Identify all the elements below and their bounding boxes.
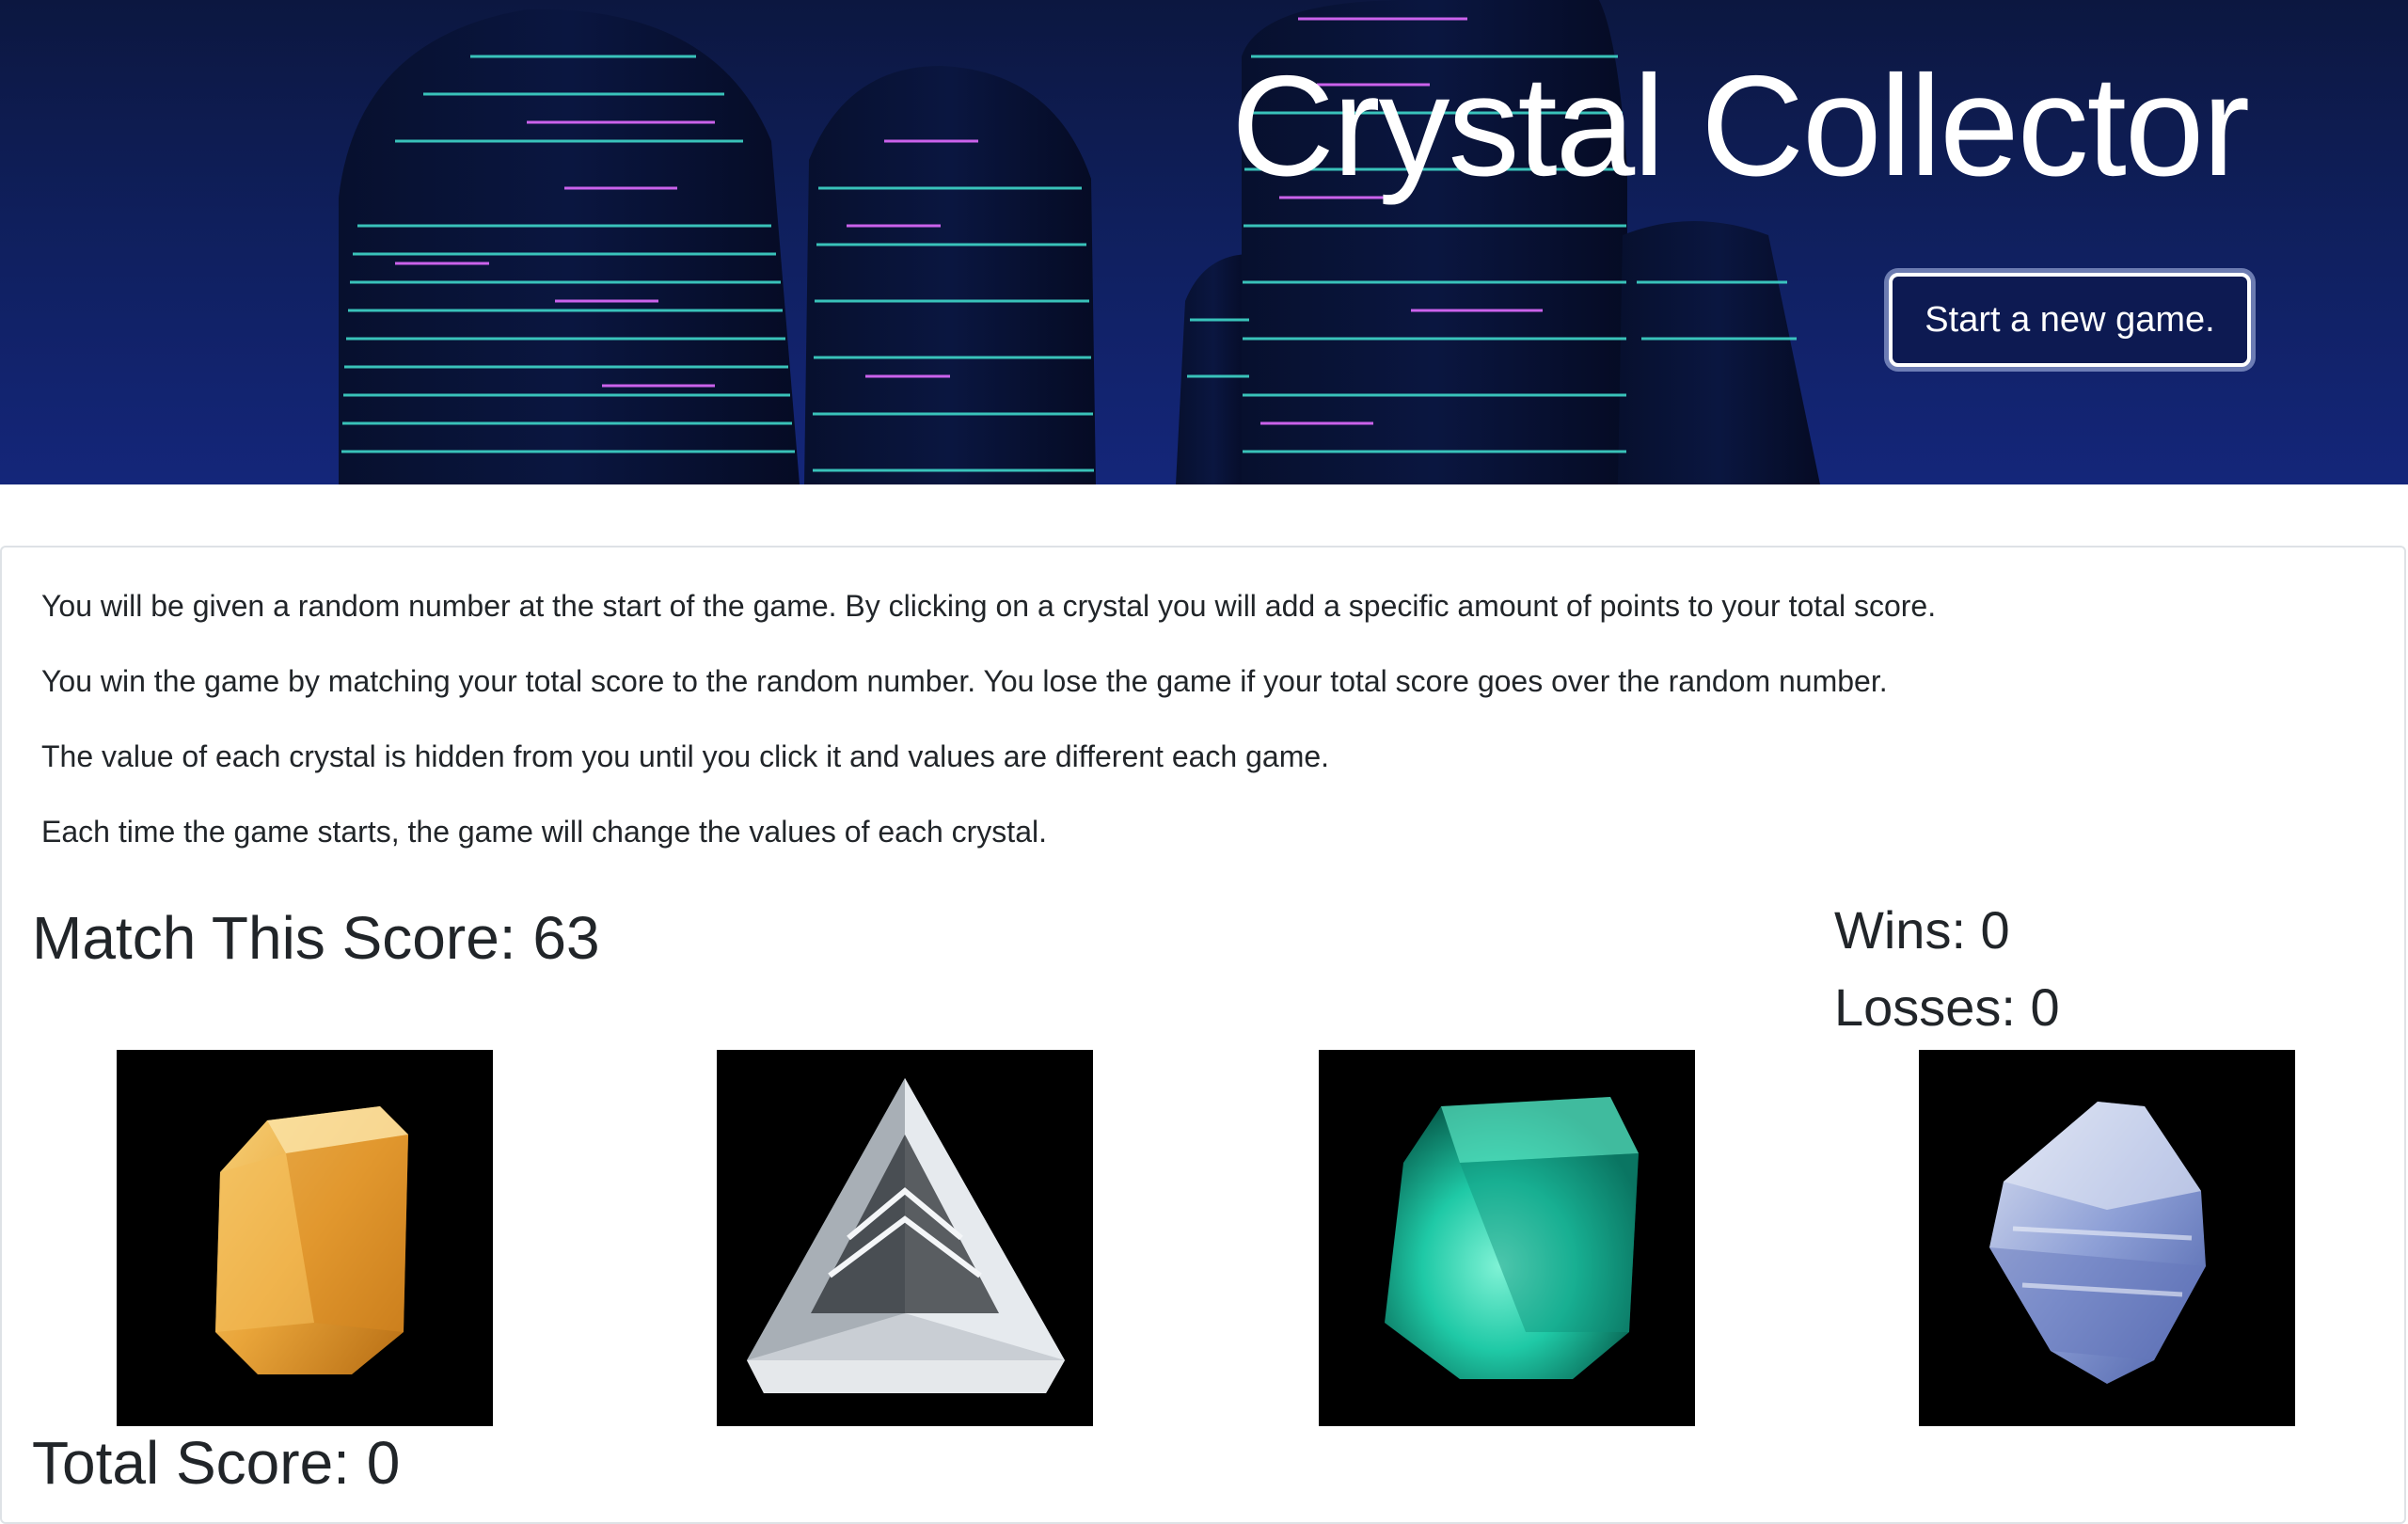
emerald-crystal-icon <box>1385 1097 1639 1379</box>
yellow-crystal-icon <box>215 1106 408 1374</box>
sapphire-crystal-button[interactable] <box>1919 1050 2295 1426</box>
instruction-text: Each time the game starts, the game will… <box>41 815 1047 849</box>
start-new-game-button[interactable]: Start a new game. <box>1889 273 2251 367</box>
game-card: You will be given a random number at the… <box>0 546 2406 1524</box>
target-score: Match This Score: 63 <box>32 904 600 972</box>
wins-count: Wins: 0 <box>1834 900 2010 960</box>
hero-banner: Crystal Collector Start a new game. <box>0 0 2408 484</box>
instructions: You will be given a random number at the… <box>41 589 2346 890</box>
clear-crystal-button[interactable] <box>717 1050 1093 1426</box>
emerald-crystal-button[interactable] <box>1319 1050 1695 1426</box>
total-score: Total Score: 0 <box>32 1429 401 1497</box>
yellow-crystal-button[interactable] <box>117 1050 493 1426</box>
diamond-crystal-icon <box>747 1078 1065 1393</box>
instruction-text: You win the game by matching your total … <box>41 664 1888 698</box>
instruction-text: You will be given a random number at the… <box>41 589 1937 623</box>
sapphire-crystal-icon <box>1989 1102 2206 1384</box>
instruction-text: The value of each crystal is hidden from… <box>41 739 1330 773</box>
page-title: Crystal Collector <box>1231 46 2250 206</box>
losses-count: Losses: 0 <box>1834 977 2060 1037</box>
